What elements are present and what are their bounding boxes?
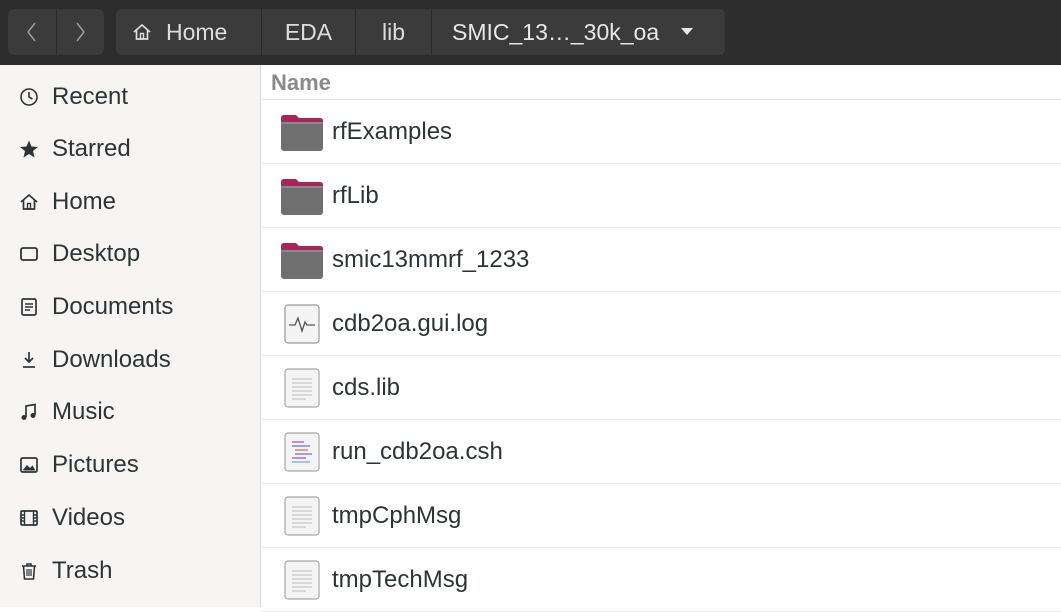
file-row-log[interactable]: cdb2oa.gui.log (261, 292, 1061, 356)
breadcrumb-home[interactable]: Home (116, 9, 261, 55)
sidebar: Recent Starred Home Desktop Documents Do… (0, 65, 261, 607)
breadcrumb-label: EDA (284, 18, 333, 45)
sidebar-item-pictures[interactable]: Pictures (0, 439, 260, 491)
file-row-tmptechmsg[interactable]: tmpTechMsg (261, 548, 1061, 612)
file-name: run_cdb2oa.csh (332, 437, 503, 465)
clock-icon (18, 87, 40, 107)
video-icon (18, 508, 40, 528)
picture-icon (18, 455, 40, 475)
file-name: smic13mmrf_1233 (332, 245, 530, 273)
star-icon (18, 139, 40, 159)
back-button[interactable] (8, 9, 56, 55)
sidebar-item-music[interactable]: Music (0, 386, 260, 438)
file-name: tmpCphMsg (332, 501, 462, 529)
log-file-icon (280, 302, 324, 346)
breadcrumb-lib[interactable]: lib (355, 9, 431, 55)
sidebar-item-recent[interactable]: Recent (0, 71, 260, 123)
sidebar-item-documents[interactable]: Documents (0, 281, 260, 333)
sidebar-item-starred[interactable]: Starred (0, 123, 260, 175)
folder-icon (280, 238, 324, 282)
breadcrumb-label: SMIC_13…_30k_oa (452, 18, 660, 45)
text-file-icon (280, 494, 324, 538)
folder-icon (280, 110, 324, 154)
script-file-icon (280, 430, 324, 474)
sidebar-item-downloads[interactable]: Downloads (0, 334, 260, 386)
text-file-icon (280, 558, 324, 602)
column-header-name[interactable]: Name (261, 65, 1061, 100)
file-row-script[interactable]: run_cdb2oa.csh (261, 420, 1061, 484)
nav-buttons (8, 9, 104, 55)
chevron-left-icon (26, 22, 36, 42)
breadcrumb-eda[interactable]: EDA (261, 9, 355, 55)
documents-icon (18, 297, 40, 317)
sidebar-item-label: Recent (52, 83, 129, 110)
column-header-label: Name (271, 70, 331, 95)
sidebar-item-videos[interactable]: Videos (0, 492, 260, 544)
home-icon (18, 192, 40, 212)
file-name: rfExamples (332, 117, 453, 145)
sidebar-item-label: Home (52, 188, 117, 215)
sidebar-item-desktop[interactable]: Desktop (0, 228, 260, 280)
file-row-rfexamples[interactable]: rfExamples (261, 100, 1061, 164)
sidebar-item-label: Downloads (52, 346, 171, 373)
file-row-tmpcphmsg[interactable]: tmpCphMsg (261, 484, 1061, 548)
chevron-right-icon (76, 22, 86, 42)
sidebar-item-trash[interactable]: Trash (0, 545, 260, 597)
header-bar: Home EDA lib SMIC_13…_30k_oa (0, 0, 1061, 65)
download-icon (18, 350, 40, 370)
sidebar-item-label: Videos (52, 504, 125, 531)
file-list: Name rfExamples rfLib smic13mmrf_1233 cd… (261, 65, 1061, 612)
sidebar-item-label: Desktop (52, 240, 141, 267)
file-name: rfLib (332, 181, 379, 209)
sidebar-item-label: Trash (52, 557, 113, 584)
breadcrumb-label: lib (381, 18, 405, 45)
path-bar: Home EDA lib SMIC_13…_30k_oa (116, 9, 725, 55)
sidebar-item-label: Documents (52, 293, 174, 320)
folder-icon (280, 174, 324, 218)
breadcrumb-label: Home (166, 18, 228, 45)
file-name: cdb2oa.gui.log (332, 309, 489, 337)
file-name: cds.lib (332, 373, 401, 401)
breadcrumb-current[interactable]: SMIC_13…_30k_oa (431, 9, 725, 55)
file-row-cds-lib[interactable]: cds.lib (261, 356, 1061, 420)
music-icon (18, 402, 40, 422)
forward-button[interactable] (55, 9, 105, 55)
sidebar-item-label: Starred (52, 135, 131, 162)
sidebar-item-home[interactable]: Home (0, 176, 260, 228)
sidebar-item-label: Pictures (52, 451, 139, 478)
file-row-rflib[interactable]: rfLib (261, 164, 1061, 228)
text-file-icon (280, 366, 324, 410)
caret-down-icon (681, 28, 694, 36)
desktop-icon (18, 244, 40, 264)
sidebar-item-label: Music (52, 398, 115, 425)
file-row-smic13mmrf[interactable]: smic13mmrf_1233 (261, 228, 1061, 292)
trash-icon (18, 561, 40, 581)
file-name: tmpTechMsg (332, 565, 469, 593)
home-icon (132, 22, 152, 42)
